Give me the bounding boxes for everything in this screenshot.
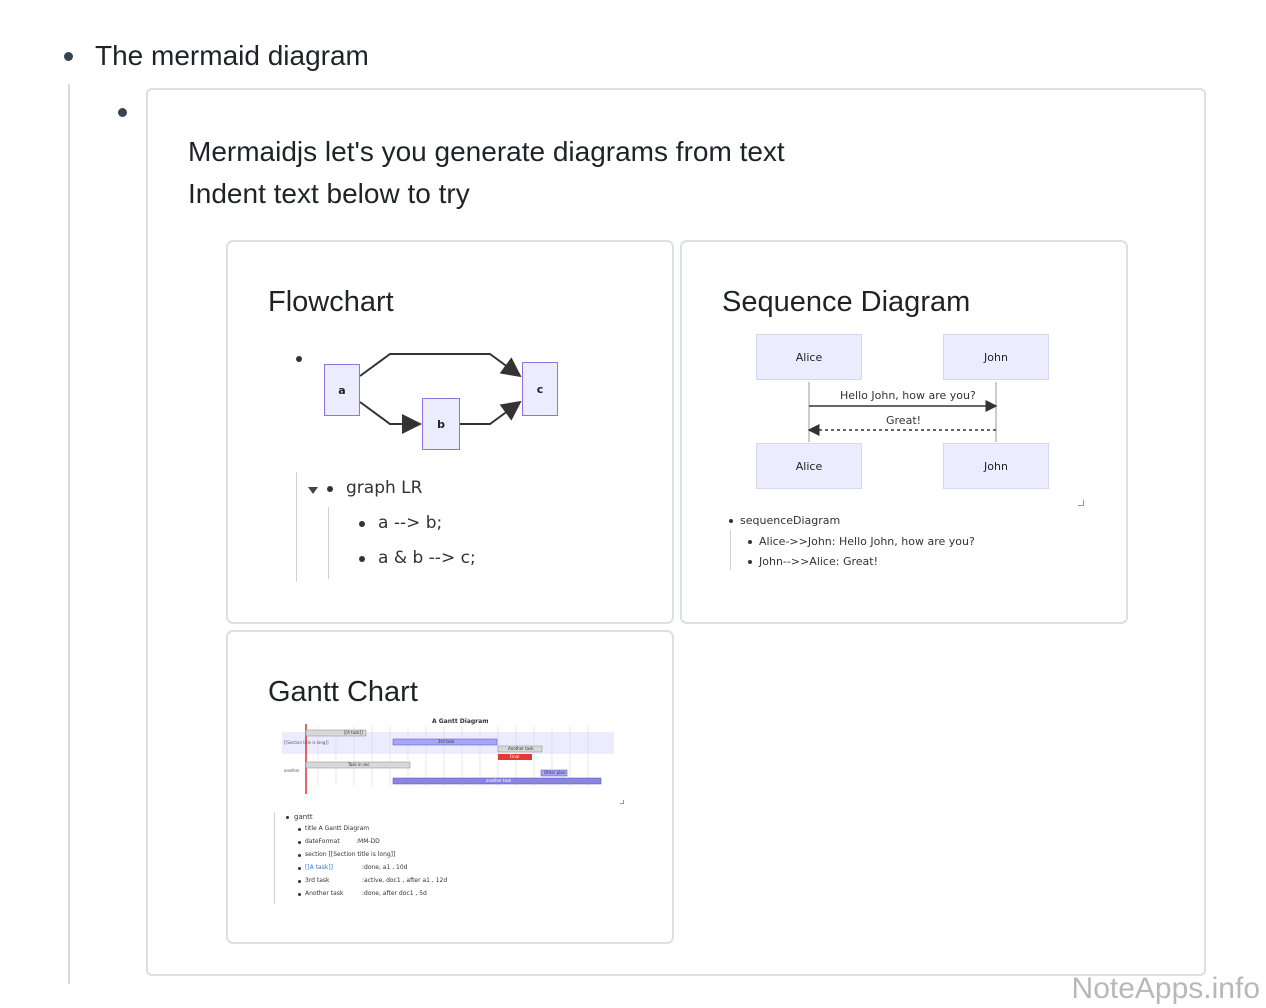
outline-guide (274, 812, 275, 904)
outline-bullet (748, 540, 752, 544)
outline-child[interactable]: [[A task]] (305, 864, 333, 871)
collapse-arrow-icon[interactable] (308, 487, 318, 494)
outline-child-value: :done, a1 , 10d (362, 864, 408, 871)
actor-alice-bottom: Alice (756, 443, 862, 489)
outline-child-value: :MM-DD (356, 838, 380, 845)
outline-child[interactable]: Alice->>John: Hello John, how are you? (759, 535, 975, 548)
flow-node-c: c (522, 362, 558, 416)
outline-guide (328, 507, 329, 579)
resize-handle-icon[interactable] (1078, 500, 1084, 506)
intro-line-1: Mermaidjs let's you generate diagrams fr… (188, 136, 785, 167)
gantt-task-label: Task in sec (348, 762, 370, 767)
outline-bullet (286, 816, 289, 819)
outline-bullet[interactable] (64, 52, 73, 61)
outline-bullet (298, 867, 301, 870)
gantt-task-label: Final (510, 754, 520, 759)
gantt-task-label: 3rd task (438, 739, 455, 744)
intro-line-2: Indent text below to try (188, 178, 470, 209)
outline-child[interactable]: title A Gantt Diagram (305, 825, 369, 832)
outline-child[interactable]: section [[Section title is long]] (305, 851, 395, 858)
outline-root[interactable]: graph LR (346, 478, 422, 498)
outline-bullet (748, 560, 752, 564)
gantt-task-label: [[A task]] (344, 730, 363, 735)
outline-bullet (298, 828, 301, 831)
outline-child[interactable]: a & b --> c; (378, 548, 476, 568)
edge-a-b (359, 401, 422, 434)
outline-child[interactable]: dateFormat (305, 838, 340, 845)
actor-alice-top: Alice (756, 334, 862, 380)
edge-a-c (359, 353, 522, 378)
outline-bullet (298, 893, 301, 896)
outline-root[interactable]: gantt (294, 813, 313, 821)
outline-bullet (298, 854, 301, 857)
outline-bullet (327, 486, 333, 492)
flow-node-b: b (422, 398, 460, 450)
outline-bullet (298, 841, 301, 844)
message-label-2: Great! (886, 414, 922, 427)
flowchart-card[interactable]: Flowchart a b c graph LR a --> b; a & b … (226, 240, 674, 624)
gantt-card[interactable]: Gantt Chart A Gantt Diagram [[Section ti… (226, 630, 674, 944)
outline-bullet (359, 556, 365, 562)
actor-john-top: John (943, 334, 1049, 380)
outline-item-title[interactable]: The mermaid diagram (95, 38, 369, 74)
outline-child-value: :done, after doc1 , 5d (362, 890, 427, 897)
flow-node-a: a (324, 364, 360, 416)
actor-john-bottom: John (943, 443, 1049, 489)
outline-child-value: :active, doc1 , after a1 , 12d (362, 877, 448, 884)
message-label-1: Hello John, how are you? (840, 389, 976, 402)
gantt-task-label: Another task (508, 746, 534, 751)
resize-handle-icon[interactable] (620, 800, 624, 804)
edge-b-c (460, 400, 522, 425)
outline-guide (730, 530, 731, 570)
outline-guide (296, 472, 297, 582)
sequence-card[interactable]: Sequence Diagram Alice John Hello John, … (680, 240, 1128, 624)
outline-bullet (359, 521, 365, 527)
outline-child[interactable]: a --> b; (378, 513, 442, 533)
sequence-diagram (807, 382, 998, 442)
gantt-section-label: another (284, 768, 300, 773)
gantt-diagram (282, 724, 614, 794)
outline-bullet (729, 519, 733, 523)
indent-guide (68, 84, 70, 984)
outline-bullet[interactable] (118, 108, 127, 117)
gantt-task-label: Other plan (544, 770, 566, 775)
outline-child[interactable]: 3rd task (305, 877, 330, 884)
watermark: NoteApps.info (1071, 972, 1260, 1005)
outline-root[interactable]: sequenceDiagram (740, 514, 840, 527)
gantt-task-label: another task (486, 778, 512, 783)
outline-bullet (298, 880, 301, 883)
outline-child[interactable]: John-->>Alice: Great! (759, 555, 878, 568)
gantt-section-label: [[Section title is long]] (284, 740, 329, 745)
outline-child[interactable]: Another task (305, 890, 343, 897)
